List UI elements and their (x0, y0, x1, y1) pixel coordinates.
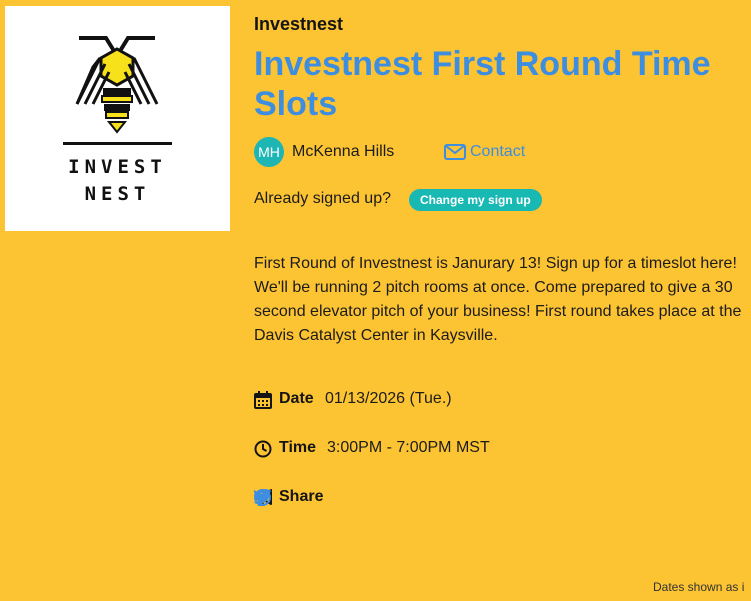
logo-text-line2: NEST (84, 183, 151, 205)
calendar-icon (254, 391, 272, 409)
page-title: Investnest First Round Time Slots (254, 45, 711, 123)
event-description: First Round of Investnest is Janurary 13… (254, 255, 742, 344)
organization-name[interactable]: Investnest (254, 14, 343, 35)
mail-icon (444, 144, 466, 160)
avatar: MH (254, 137, 284, 167)
date-value: 01/13/2026 (Tue.) (325, 390, 452, 407)
share-label: Share (279, 488, 324, 505)
already-signed-up-label: Already signed up? (254, 190, 391, 207)
contact-label: Contact (470, 143, 526, 160)
logo-text-line1: INVEST (68, 156, 167, 178)
author-name: McKenna Hills (292, 143, 395, 160)
clock-icon (254, 440, 272, 458)
change-sign-up-button[interactable]: Change my sign up (409, 189, 542, 211)
timezone-note: Dates shown as i (653, 580, 745, 594)
date-label: Date (279, 390, 314, 407)
twitter-icon[interactable] (254, 489, 272, 504)
organization-logo: INVEST NEST (5, 6, 230, 231)
time-value: 3:00PM - 7:00PM MST (327, 439, 490, 456)
time-label: Time (279, 439, 317, 456)
